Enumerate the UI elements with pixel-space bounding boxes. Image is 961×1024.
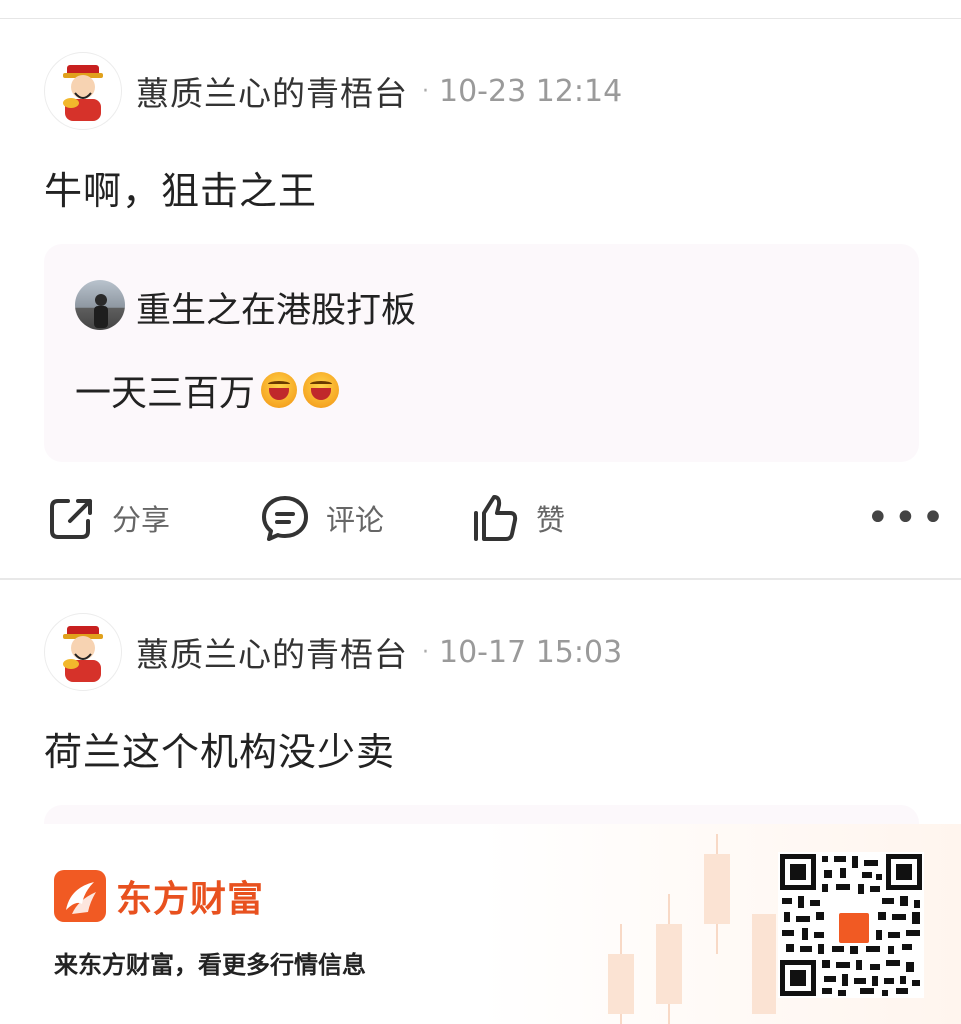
candlestick-decoration [656,924,682,1004]
caishen-avatar-icon [63,65,103,121]
quoted-post[interactable]: 重生之在港股打板 一天三百万 [44,244,919,462]
caishen-avatar-icon [63,626,103,682]
comment-label: 评论 [326,503,385,537]
author-name[interactable]: 蕙质兰心的青梧台 [136,67,408,115]
laughing-emoji-icon [303,372,340,408]
divider [0,18,961,19]
brand-logo: 东方财富 [54,870,264,922]
candlestick-decoration [608,954,634,1014]
divider [0,578,961,580]
quoted-author-avatar[interactable] [75,280,125,330]
quoted-content: 一天三百万 [75,364,340,416]
laughing-emoji-icon [261,372,298,408]
qr-code [778,852,924,998]
post-header: 蕙质兰心的青梧台 · 10-17 15:03 [44,613,622,691]
post-actions: 分享 评论 赞 ••• [0,488,961,548]
post-content[interactable]: 荷兰这个机构没少卖 [44,721,395,776]
more-options-button[interactable]: ••• [866,488,949,548]
post-card[interactable]: 蕙质兰心的青梧台 · 10-17 15:03 荷兰这个机构没少卖 [0,613,961,824]
banner-slogan: 来东方财富，看更多行情信息 [54,951,366,979]
post-content[interactable]: 牛啊，狙击之王 [44,160,317,215]
comment-icon [262,496,308,541]
post-card[interactable]: 蕙质兰心的青梧台 · 10-23 12:14 牛啊，狙击之王 重生之在港股打板 … [0,52,961,580]
brand-name: 东方财富 [116,879,265,920]
person-photo-icon [94,294,108,328]
meta-separator: · [422,78,429,104]
author-avatar[interactable] [44,52,122,130]
quoted-text: 一天三百万 [75,373,256,414]
share-icon [50,499,92,539]
author-name[interactable]: 蕙质兰心的青梧台 [136,628,408,676]
thumbs-up-icon [474,495,518,541]
quoted-post[interactable] [44,805,919,824]
app-promo-banner[interactable]: 东方财富 来东方财富，看更多行情信息 [0,824,961,1024]
author-avatar[interactable] [44,613,122,691]
share-button[interactable]: 分享 [46,488,170,548]
eastmoney-logo-icon [54,870,106,922]
candlestick-decoration [752,914,776,1014]
post-time: 10-17 15:03 [439,634,623,670]
meta-separator: · [422,639,429,665]
post-header: 蕙质兰心的青梧台 · 10-23 12:14 [44,52,622,130]
like-label: 赞 [536,503,566,537]
post-feed: 蕙质兰心的青梧台 · 10-23 12:14 牛啊，狙击之王 重生之在港股打板 … [0,0,961,824]
quoted-author-name[interactable]: 重生之在港股打板 [136,282,416,333]
like-button[interactable]: 赞 [470,488,565,548]
qr-center-logo-icon [836,910,872,946]
comment-button[interactable]: 评论 [260,488,384,548]
post-time: 10-23 12:14 [439,73,623,109]
share-label: 分享 [112,503,171,537]
candlestick-decoration [704,854,730,924]
